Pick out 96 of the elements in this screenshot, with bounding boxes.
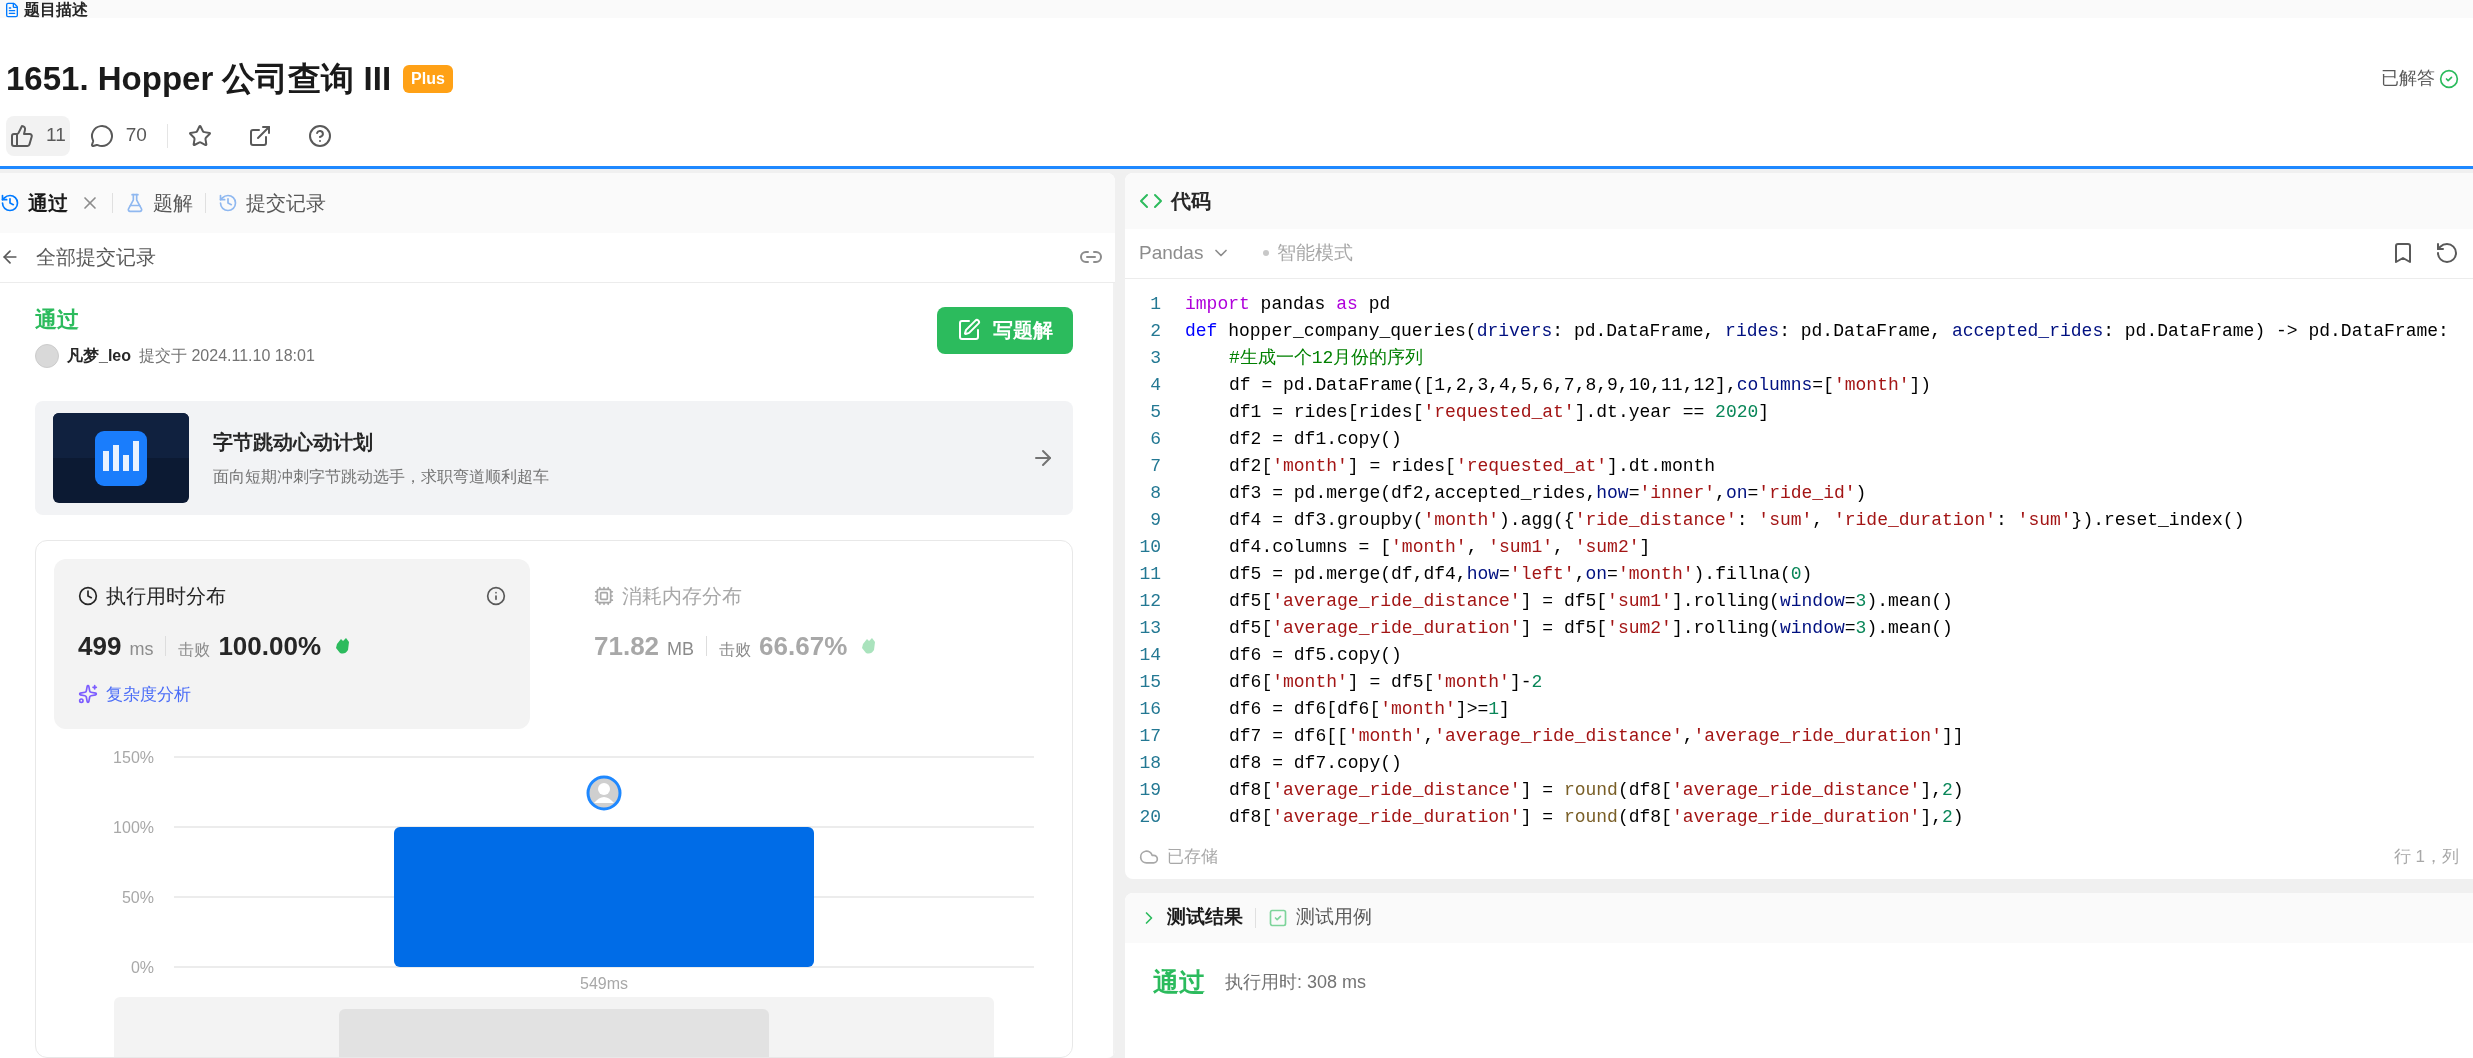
- code-line: df7 = df6[['month','average_ride_distance','average_ride_duration']]: [1229, 725, 1964, 746]
- stat-tab[interactable]: 消耗内存分布 71.82 MB 击败 66.67%: [570, 558, 1046, 729]
- user-avatar: [35, 343, 59, 368]
- thumbs-up-icon: [10, 123, 34, 148]
- document-icon: [4, 2, 20, 18]
- code-line: df8['average_ride_distance'] = round(df8['average_ride_distance'],2): [1229, 779, 1964, 800]
- star-icon[interactable]: [187, 123, 212, 148]
- line-number: 10: [1138, 535, 1162, 559]
- reset-icon[interactable]: [2435, 241, 2459, 265]
- comment-icon: [89, 123, 114, 148]
- info-icon[interactable]: [486, 585, 506, 606]
- code-line: df1 = rides[rides['requested_at'].dt.year == 2020]: [1229, 401, 1770, 422]
- line-number: 17: [1138, 724, 1162, 748]
- code-line: df8['average_ride_duration'] = round(df8['average_ride_duration'],2): [1229, 806, 1964, 827]
- comments-button[interactable]: 70: [89, 121, 147, 150]
- line-number: 4: [1149, 373, 1162, 397]
- panel-title: 代码: [1171, 188, 1211, 214]
- code-line: def hopper_company_queries(drivers: pd.DataFrame, rides: pd.DataFrame, accepted_rides: pd.DataFrame) -> pd.DataFrame:: [1185, 320, 2449, 341]
- complexity-analysis-link[interactable]: 复杂度分析: [106, 681, 191, 707]
- promo-title: 字节跳动心动计划: [213, 429, 374, 455]
- checkbox-icon: [1268, 907, 1288, 928]
- tab-label[interactable]: 题目描述: [24, 2, 88, 18]
- line-number: 14: [1138, 643, 1162, 667]
- line-number: 13: [1138, 616, 1162, 640]
- axis-label: 0%: [130, 959, 154, 976]
- line-number: 15: [1138, 670, 1162, 694]
- code-line: df2['month'] = rides['requested_at'].dt.month: [1229, 455, 1716, 476]
- stat-tab[interactable]: 执行用时分布 499 ms 击败 100.00% 复杂度分析: [54, 558, 530, 729]
- axis-label: 100%: [113, 819, 154, 836]
- cursor-position: 行 1，列: [2393, 845, 2459, 868]
- code-line: df4 = df3.groupby('month').agg({'ride_distance': 'sum', 'ride_duration': 'sum'}).reset_index(): [1229, 509, 2245, 530]
- axis-label: 50%: [121, 889, 154, 906]
- plus-badge: Plus: [403, 64, 453, 93]
- line-number: 5: [1149, 400, 1162, 424]
- axis-label: 549ms: [580, 975, 628, 992]
- line-number: 1: [1149, 292, 1162, 316]
- panel-tab[interactable]: 通过: [0, 187, 100, 218]
- beat-percentage: 击败 66.67%: [719, 629, 848, 663]
- code-line: df = pd.DataFrame([1,2,3,4,5,6,7,8,9,10,11,12],columns=['month']): [1229, 374, 1932, 395]
- stat-title: 执行用时分布: [106, 583, 226, 609]
- avatar-icon: [586, 775, 622, 811]
- line-number: 7: [1149, 454, 1162, 478]
- check-icon: [2439, 68, 2459, 89]
- code-line: df8 = df7.copy(): [1229, 752, 1402, 773]
- line-number: 16: [1138, 697, 1162, 721]
- share-icon[interactable]: [247, 123, 272, 148]
- runtime-text: 执行用时: 308 ms: [1225, 970, 1367, 994]
- code-line: df3 = pd.merge(df2,accepted_rides,how='inner',on='ride_id'): [1229, 482, 1867, 503]
- panel-tab[interactable]: 题解: [125, 187, 193, 218]
- line-number: 2: [1149, 319, 1162, 343]
- submit-time: 提交于 2024.11.10 18:01: [139, 345, 315, 366]
- user-name[interactable]: 凡梦_leo: [67, 343, 131, 368]
- promo-card[interactable]: 字节跳动心动计划 面向短期冲刺字节跳动选手，求职弯道顺利超车: [35, 400, 1073, 515]
- stat-title: 消耗内存分布: [622, 583, 742, 609]
- promo-subtitle: 面向短期冲刺字节跳动选手，求职弯道顺利超车: [213, 466, 550, 487]
- help-icon[interactable]: [307, 123, 332, 148]
- line-number: 3: [1149, 346, 1162, 370]
- code-line: df6 = df6[df6['month']>=1]: [1229, 698, 1510, 719]
- saved-status: 已存储: [1167, 845, 1218, 868]
- line-number: 20: [1138, 805, 1162, 829]
- chip-icon: [594, 585, 614, 606]
- stat-value: 499 ms: [78, 629, 154, 663]
- history-icon: [218, 192, 238, 213]
- stat-value: 71.82 MB: [594, 629, 695, 663]
- code-line: df2 = df1.copy(): [1229, 428, 1402, 449]
- all-submissions-link[interactable]: 全部提交记录: [36, 242, 156, 272]
- line-number: 18: [1138, 751, 1162, 775]
- line-number: 19: [1138, 778, 1162, 802]
- flask-icon: [125, 192, 145, 213]
- history-icon: [0, 192, 20, 213]
- code-line: df4.columns = ['month', 'sum1', 'sum2']: [1229, 536, 1651, 557]
- code-line: df6 = df5.copy(): [1229, 644, 1402, 665]
- line-number: 6: [1149, 427, 1162, 451]
- panel-tab[interactable]: 测试用例: [1268, 903, 1372, 932]
- line-number: 9: [1149, 508, 1162, 532]
- line-number: 8: [1149, 481, 1162, 505]
- code-line: df5['average_ride_duration'] = df5['sum2'].rolling(window=3).mean(): [1229, 617, 1953, 638]
- beat-percentage: 击败 100.00%: [178, 629, 322, 663]
- line-number: 11: [1138, 562, 1162, 586]
- code-line: df6['month'] = df5['month']-2: [1229, 671, 1543, 692]
- panel-tab[interactable]: 测试结果: [1139, 903, 1243, 932]
- sparkle-icon: [78, 684, 98, 705]
- result-status: 通过: [1153, 965, 1205, 999]
- problem-title: 1651. Hopper 公司查询 III: [6, 59, 392, 99]
- solved-status: 已解答: [2381, 67, 2435, 91]
- clock-icon: [78, 585, 98, 606]
- edit-icon: [957, 318, 981, 342]
- line-number: 12: [1138, 589, 1162, 613]
- panel-tab[interactable]: 提交记录: [218, 187, 326, 218]
- code-line: import pandas as pd: [1185, 293, 1391, 314]
- code-line: df5 = pd.merge(df,df4,how='left',on='month').fillna(0): [1229, 563, 1813, 584]
- like-button[interactable]: 11: [6, 115, 70, 156]
- axis-label: 150%: [113, 749, 154, 766]
- result-status: 通过: [35, 305, 80, 334]
- code-line: #生成一个12月份的序列: [1229, 347, 1424, 368]
- code-line: df5['average_ride_distance'] = df5['sum1'].rolling(window=3).mean(): [1229, 590, 1953, 611]
